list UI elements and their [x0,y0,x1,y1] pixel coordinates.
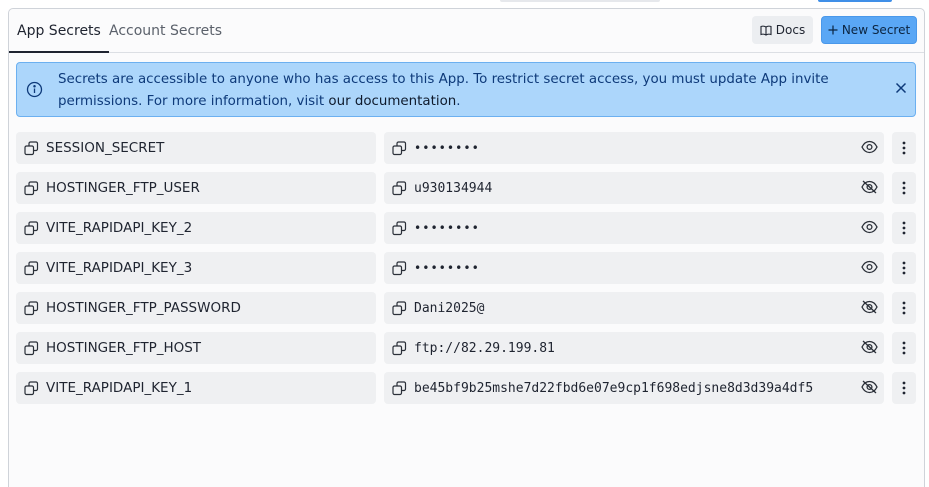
secret-key-cell: VITE_RAPIDAPI_KEY_1 [16,372,376,404]
tab-account-secrets[interactable]: Account Secrets [101,9,230,53]
copy-icon[interactable] [24,180,39,196]
copy-icon[interactable] [392,340,407,356]
secret-key: VITE_RAPIDAPI_KEY_3 [46,260,193,276]
secrets-panel: App Secrets Account Secrets Docs New Sec… [8,8,925,487]
secret-value-cell: Dani2025@ [384,292,884,324]
secret-value-cell: •••••••• [384,252,884,284]
documentation-link[interactable]: our documentation [328,94,456,109]
copy-icon[interactable] [24,260,39,276]
eye-off-icon[interactable] [861,300,878,314]
secret-value: u930134944 [414,180,493,196]
info-icon [26,81,43,98]
copy-icon[interactable] [24,140,39,156]
tab-app-secrets[interactable]: App Secrets [9,9,109,53]
more-vertical-icon [902,141,906,155]
more-options-button[interactable] [892,132,916,164]
secret-value-cell: •••••••• [384,212,884,244]
secret-row: SESSION_SECRET •••••••• [16,132,916,164]
secret-row: VITE_RAPIDAPI_KEY_3 •••••••• [16,252,916,284]
top-button-strip [818,0,892,2]
more-vertical-icon [902,341,906,355]
banner-text-end: . [456,94,461,109]
more-options-button[interactable] [892,332,916,364]
banner-message: Secrets are accessible to anyone who has… [58,69,884,113]
more-vertical-icon [902,261,906,275]
secret-value: •••••••• [414,261,480,275]
secret-key: HOSTINGER_FTP_USER [46,180,200,196]
more-options-button[interactable] [892,172,916,204]
secret-key: HOSTINGER_FTP_HOST [46,340,202,356]
secret-value: be45bf9b25mshe7d22fbd6e07e9cp1f698edjsne… [414,380,814,396]
new-secret-button[interactable]: New Secret [821,16,917,44]
secret-value: ftp://82.29.199.81 [414,340,555,356]
secret-value-cell: ftp://82.29.199.81 [384,332,884,364]
eye-off-icon[interactable] [861,340,878,354]
eye-off-icon[interactable] [861,180,878,194]
secret-row: VITE_RAPIDAPI_KEY_1 be45bf9b25mshe7d22fbd… [16,372,916,404]
copy-icon[interactable] [392,180,407,196]
copy-icon[interactable] [392,300,407,316]
copy-icon[interactable] [392,380,407,396]
eye-icon[interactable] [861,260,878,274]
secret-value: Dani2025@ [414,300,485,316]
secret-key-cell: HOSTINGER_FTP_USER [16,172,376,204]
close-icon[interactable] [895,82,907,94]
more-vertical-icon [902,181,906,195]
copy-icon[interactable] [24,340,39,356]
book-icon [760,25,772,36]
secret-value-cell: u930134944 [384,172,884,204]
secret-key: SESSION_SECRET [46,140,165,156]
copy-icon[interactable] [392,260,407,276]
secret-key: VITE_RAPIDAPI_KEY_2 [46,220,193,236]
copy-icon[interactable] [392,140,407,156]
copy-icon[interactable] [24,380,39,396]
secret-row: HOSTINGER_FTP_USER u930134944 [16,172,916,204]
secret-value: •••••••• [414,221,480,235]
more-options-button[interactable] [892,212,916,244]
copy-icon[interactable] [24,220,39,236]
eye-icon[interactable] [861,220,878,234]
more-options-button[interactable] [892,292,916,324]
plus-icon [828,25,838,35]
secret-key: HOSTINGER_FTP_PASSWORD [46,300,241,316]
eye-off-icon[interactable] [861,380,878,394]
secret-key-cell: SESSION_SECRET [16,132,376,164]
secret-value-cell: be45bf9b25mshe7d22fbd6e07e9cp1f698edjsne… [384,372,884,404]
secret-key-cell: HOSTINGER_FTP_PASSWORD [16,292,376,324]
secret-key: VITE_RAPIDAPI_KEY_1 [46,380,193,396]
new-secret-label: New Secret [841,23,911,37]
docs-label: Docs [775,23,806,37]
top-placeholder-strip [500,0,660,2]
eye-icon[interactable] [861,140,878,154]
more-vertical-icon [902,301,906,315]
docs-button[interactable]: Docs [752,16,813,44]
secret-key-cell: VITE_RAPIDAPI_KEY_3 [16,252,376,284]
copy-icon[interactable] [24,300,39,316]
secret-row: HOSTINGER_FTP_HOST ftp://82.29.199.81 [16,332,916,364]
more-options-button[interactable] [892,252,916,284]
info-banner: Secrets are accessible to anyone who has… [16,62,916,117]
more-vertical-icon [902,381,906,395]
more-vertical-icon [902,221,906,235]
secret-key-cell: HOSTINGER_FTP_HOST [16,332,376,364]
secret-value-cell: •••••••• [384,132,884,164]
copy-icon[interactable] [392,220,407,236]
more-options-button[interactable] [892,372,916,404]
tab-bar: App Secrets Account Secrets Docs New Sec… [9,9,924,53]
secret-row: HOSTINGER_FTP_PASSWORD Dani2025@ [16,292,916,324]
secret-row: VITE_RAPIDAPI_KEY_2 •••••••• [16,212,916,244]
secret-key-cell: VITE_RAPIDAPI_KEY_2 [16,212,376,244]
secret-value: •••••••• [414,141,480,155]
